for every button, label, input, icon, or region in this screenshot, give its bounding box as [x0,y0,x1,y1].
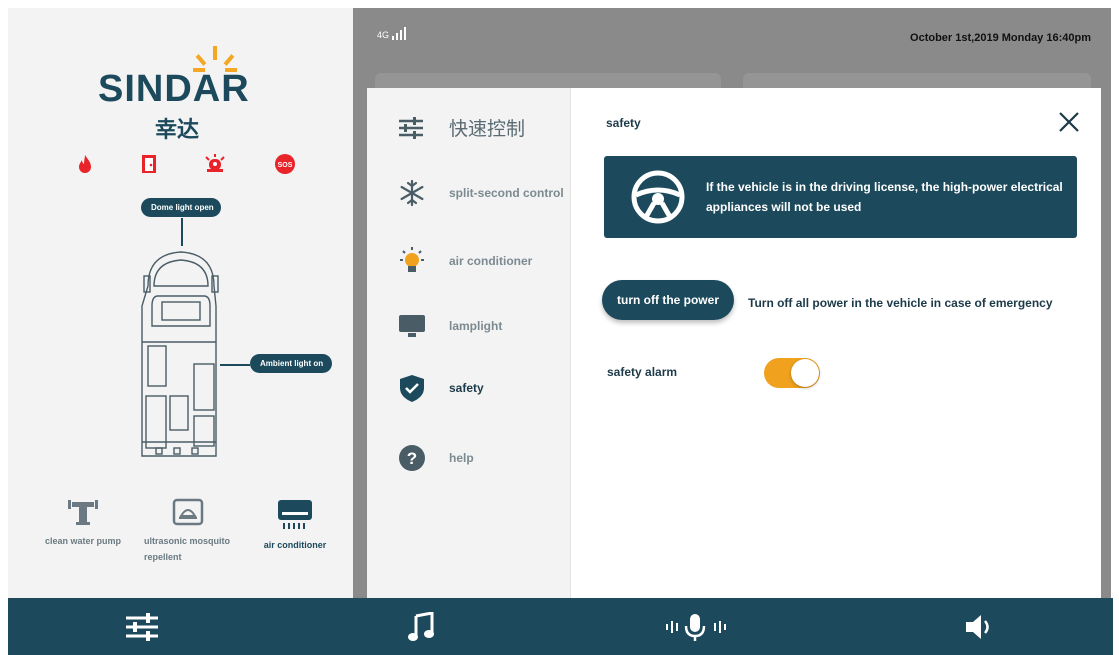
speaker-icon[interactable] [964,612,994,642]
datetime: October 1st,2019 Monday 16:40pm [910,32,1091,44]
sliders-icon [399,116,423,139]
ultrasonic-icon [172,498,204,526]
shield-check-icon [400,375,424,402]
safety-alarm-label: safety alarm [607,365,678,379]
sliders-icon[interactable] [126,612,158,642]
voice-mic-icon[interactable] [666,612,726,642]
quick-control-dialog: 快速控制 split-second control air conditione… [367,88,1101,598]
vehicle-floorplan-diagram [141,251,219,457]
feature-air-conditioner[interactable]: air conditioner [252,498,338,553]
menu-item-label: air conditioner [449,254,533,268]
power-description: Turn off all power in the vehicle in cas… [748,296,1053,310]
menu-item-help[interactable]: ? help [397,443,474,473]
ambient-light-callout: Ambient light on [250,354,332,373]
alarm-siren-icon[interactable] [204,153,226,175]
sos-icon[interactable]: SOS [274,153,296,175]
quick-control-menu: 快速控制 split-second control air conditione… [367,88,571,598]
toggle-knob [791,359,819,387]
music-note-icon[interactable] [408,612,434,642]
callout-line [181,218,183,246]
feature-ultrasonic-repellent[interactable]: ultrasonic mosquito repellent [138,498,238,565]
fire-icon[interactable] [74,153,96,175]
steering-wheel-icon [631,170,685,224]
safety-alarm-toggle[interactable] [764,358,820,388]
feature-label: clean water pump [44,536,122,546]
bottom-nav-bar [8,598,1113,655]
feature-label: ultrasonic mosquito repellent [144,536,231,562]
logo-chinese: 幸达 [155,117,200,142]
menu-item-label: lamplight [449,319,503,333]
menu-item-safety[interactable]: safety [397,373,484,403]
svg-text:?: ? [407,449,417,468]
left-panel: SINDAR 幸达 SOS Dome light open Ambient li… [8,8,353,598]
exit-door-icon[interactable] [138,153,160,175]
close-icon[interactable] [1057,110,1081,134]
menu-item-air-conditioner[interactable]: air conditioner [397,246,532,276]
monitor-icon [399,315,425,337]
banner-text: If the vehicle is in the driving license… [706,180,1063,214]
menu-header: 快速控制 [399,114,525,141]
dome-light-callout: Dome light open [141,198,221,217]
logo: SINDAR [98,68,250,110]
safety-panel: safety If the vehicle is in the driving … [572,88,1101,598]
driving-warning-banner: If the vehicle is in the driving license… [604,156,1077,238]
network-indicator: 4G [377,26,406,40]
menu-item-lamplight[interactable]: lamplight [397,313,502,339]
menu-item-label: split-second control [449,186,564,200]
signal-bars-icon [391,27,406,40]
help-icon: ? [399,445,425,471]
menu-item-label: safety [449,381,484,395]
air-conditioner-icon [278,500,312,529]
menu-item-split-second-control[interactable]: split-second control [397,178,564,208]
callout-line [220,364,250,366]
feature-label: air conditioner [263,540,327,550]
network-label: 4G [377,30,390,40]
menu-item-label: help [449,451,474,465]
panel-title: safety [606,116,641,130]
turn-off-power-button[interactable]: turn off the power [602,280,734,320]
snowflake-icon [400,179,424,207]
menu-title: 快速控制 [449,119,526,140]
light-bulb-icon [400,247,424,272]
svg-text:SOS: SOS [278,162,293,169]
water-pump-icon [68,500,98,525]
feature-clean-water-pump[interactable]: clean water pump [36,498,130,549]
